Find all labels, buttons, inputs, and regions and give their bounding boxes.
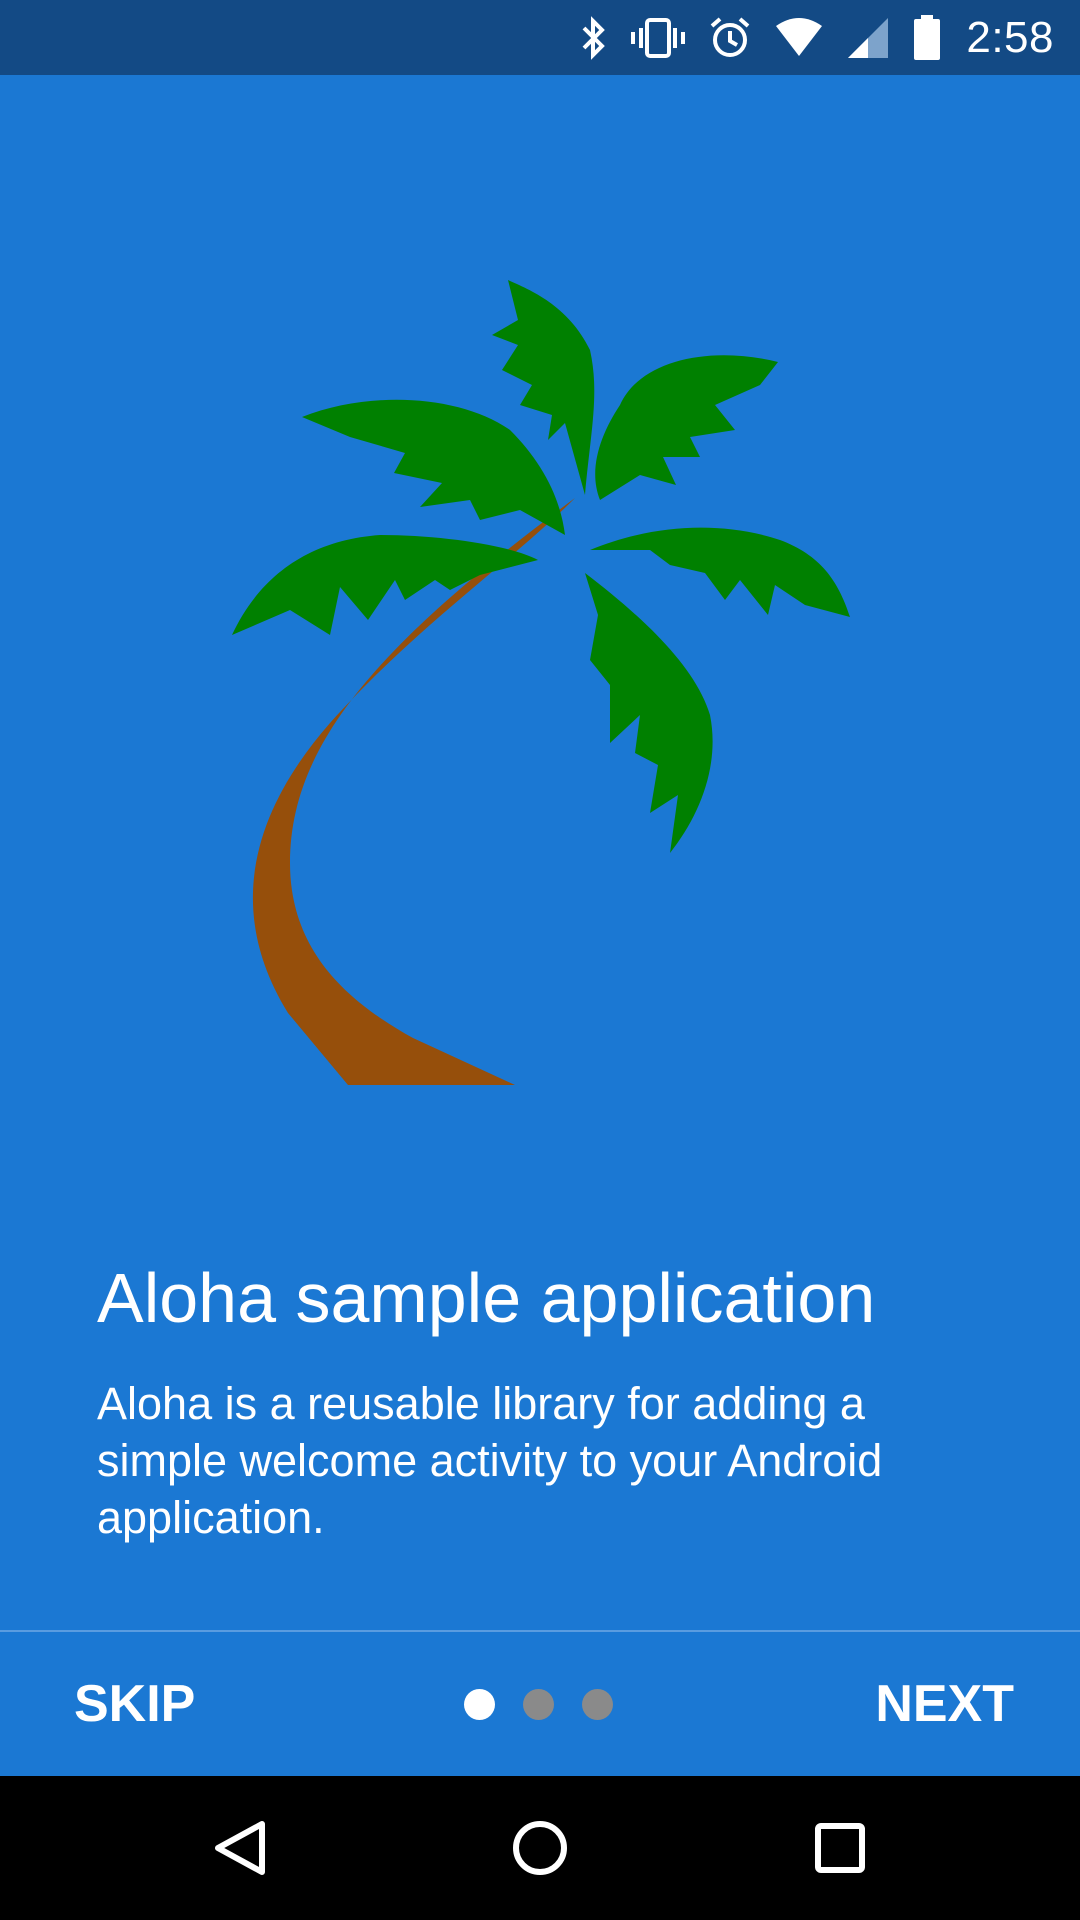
status-clock: 2:58 xyxy=(966,12,1054,62)
skip-button[interactable]: SKIP xyxy=(74,1632,195,1776)
page-indicator xyxy=(464,1632,613,1776)
page-description: Aloha is a reusable library for adding a… xyxy=(97,1378,883,1543)
palm-tree-illustration xyxy=(232,280,850,1085)
palm-leaf-upper-left xyxy=(302,399,565,535)
palm-leaf-lower-left xyxy=(232,535,538,635)
system-nav-bar xyxy=(0,1776,1080,1920)
next-button[interactable]: NEXT xyxy=(875,1632,1014,1776)
page-title: Aloha sample application xyxy=(97,1259,876,1337)
status-icons: 2:58 xyxy=(580,0,1054,75)
page-indicator-dot-1-active[interactable] xyxy=(464,1688,495,1720)
cell-signal-icon xyxy=(846,16,890,60)
alarm-icon xyxy=(708,16,752,60)
page-indicator-dot-3[interactable] xyxy=(582,1688,613,1720)
palm-leaf-right xyxy=(590,527,850,617)
palm-leaves xyxy=(232,280,850,853)
nav-recents-button[interactable] xyxy=(780,1776,900,1920)
wifi-icon xyxy=(774,16,824,60)
onboarding-footer: SKIP NEXT xyxy=(0,1632,1080,1776)
page-indicator-dot-2[interactable] xyxy=(523,1688,554,1720)
recents-icon xyxy=(815,1823,865,1873)
palm-leaf-upper-right xyxy=(595,355,778,500)
palm-leaf-lower-right xyxy=(585,573,713,853)
bluetooth-icon xyxy=(580,15,608,60)
nav-home-button[interactable] xyxy=(480,1776,600,1920)
welcome-page: Aloha sample application Aloha is a reus… xyxy=(0,75,1080,1630)
battery-icon xyxy=(912,14,942,61)
nav-back-button[interactable] xyxy=(180,1776,300,1920)
back-icon xyxy=(215,1821,265,1875)
vibrate-icon xyxy=(630,16,686,60)
home-icon xyxy=(513,1821,567,1875)
status-bar: 2:58 xyxy=(0,0,1080,75)
